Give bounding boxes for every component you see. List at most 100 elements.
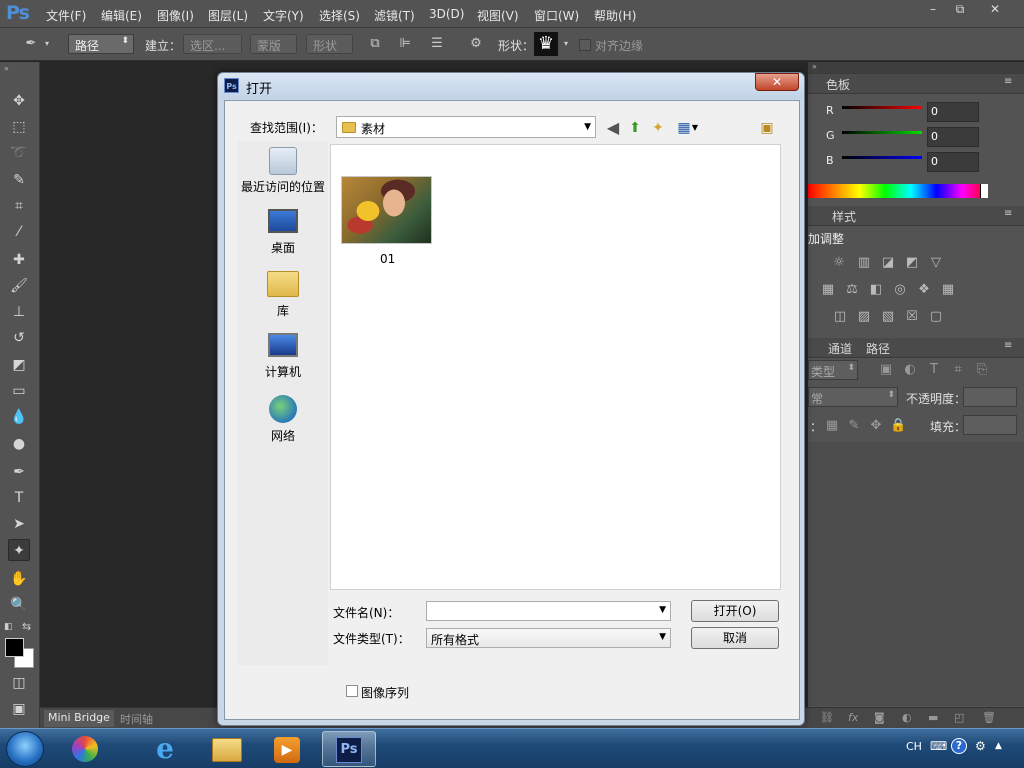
swap-colors-icon[interactable]: ⇆ [22, 620, 31, 633]
file-list[interactable]: 01 [330, 144, 781, 590]
path-alignment-icon[interactable]: ⊫ [396, 35, 414, 53]
place-desktop[interactable]: 桌面 [238, 209, 328, 256]
levels-icon[interactable]: ▥ [856, 255, 872, 271]
move-tool-icon[interactable]: ✥ [8, 90, 30, 112]
tab-channels[interactable]: 通道 [822, 340, 858, 357]
threshold-icon[interactable]: ▧ [880, 309, 896, 325]
history-brush-tool-icon[interactable]: ↺ [8, 327, 30, 349]
ime-settings-icon[interactable]: ⚙ [975, 739, 986, 753]
close-app-button[interactable]: ✕ [982, 0, 1008, 18]
exposure-icon[interactable]: ◩ [904, 255, 920, 271]
default-colors-icon[interactable]: ◧ [4, 622, 13, 632]
lock-pixels-icon[interactable]: ✎ [846, 418, 862, 434]
invert-icon[interactable]: ◫ [832, 309, 848, 325]
panel-menu-icon[interactable]: ≡ [1004, 208, 1012, 219]
layer-style-icon[interactable]: fx [848, 711, 858, 724]
healing-brush-tool-icon[interactable]: ✚ [8, 249, 30, 271]
path-operations-icon[interactable]: ⧉ [366, 35, 384, 53]
opacity-field[interactable] [963, 387, 1017, 407]
tab-styles[interactable]: 样式 [826, 208, 862, 225]
view-menu-chevron-icon[interactable]: ▼ [691, 119, 699, 137]
blur-tool-icon[interactable]: 💧 [8, 406, 30, 428]
filename-input[interactable]: ▼ [426, 601, 671, 621]
file-item[interactable]: 01 [341, 176, 432, 266]
curves-icon[interactable]: ◪ [880, 255, 896, 271]
look-in-combo[interactable]: 素材 ▼ [336, 116, 596, 138]
gear-icon[interactable]: ⚙ [467, 35, 485, 53]
vibrance-icon[interactable]: ▽ [928, 255, 944, 271]
crop-tool-icon[interactable]: ⌗ [8, 195, 30, 217]
menu-3d[interactable]: 3D(D) [429, 7, 464, 21]
new-adjustment-icon[interactable]: ◐ [902, 711, 912, 724]
fill-field[interactable] [963, 415, 1017, 435]
channel-mixer-icon[interactable]: ❖ [916, 282, 932, 298]
menu-filter[interactable]: 滤镜(T) [374, 7, 415, 24]
windows-start-orb[interactable] [6, 731, 44, 767]
taskbar-photoshop[interactable]: Ps [322, 731, 376, 767]
cancel-button[interactable]: 取消 [691, 627, 779, 649]
spectrum-white-swatch[interactable] [980, 184, 988, 198]
green-value-field[interactable]: 0 [927, 127, 979, 147]
image-sequence-checkbox[interactable] [346, 685, 358, 697]
eyedropper-tool-icon[interactable]: ⁄ [8, 221, 30, 243]
taskbar-file-explorer[interactable] [200, 731, 254, 767]
taskbar-media-player[interactable]: ▶ [260, 731, 314, 767]
place-network[interactable]: 网络 [238, 395, 328, 444]
dock-collapse-icon[interactable]: » [812, 62, 817, 71]
place-libraries[interactable]: 库 [238, 271, 328, 319]
selective-color-icon[interactable]: ▢ [928, 309, 944, 325]
lasso-tool-icon[interactable]: ➰ [8, 142, 30, 164]
menu-help[interactable]: 帮助(H) [594, 7, 636, 24]
path-arrangement-icon[interactable]: ☰ [428, 35, 446, 53]
lock-all-icon[interactable]: 🔒 [890, 418, 906, 434]
color-balance-icon[interactable]: ⚖ [844, 282, 860, 298]
brush-tool-icon[interactable]: 🖌 [8, 275, 30, 297]
delete-layer-icon[interactable]: 🗑 [982, 711, 996, 724]
filter-pixel-icon[interactable]: ▣ [878, 362, 894, 378]
blue-value-field[interactable]: 0 [927, 152, 979, 172]
blue-slider[interactable] [842, 156, 922, 159]
hue-saturation-icon[interactable]: ▦ [820, 282, 836, 298]
dialog-titlebar[interactable]: Ps 打开 ✕ [218, 73, 804, 99]
quick-mask-icon[interactable]: ◫ [8, 672, 30, 694]
filter-smart-object-icon[interactable]: ⎘ [974, 362, 990, 378]
taskbar-picasa[interactable] [58, 731, 112, 767]
mode-select[interactable]: 路径 ⬍ [68, 34, 134, 54]
place-computer[interactable]: 计算机 [238, 333, 328, 380]
tab-timeline[interactable]: 时间轴 [116, 710, 157, 727]
brightness-icon[interactable]: ☼ [831, 255, 847, 271]
menu-window[interactable]: 窗口(W) [534, 7, 579, 24]
tab-mini-bridge[interactable]: Mini Bridge [44, 710, 114, 727]
green-slider[interactable] [842, 131, 922, 134]
menu-edit[interactable]: 编辑(E) [101, 7, 142, 24]
show-hidden-icons-icon[interactable]: ▲ [995, 741, 1002, 751]
menu-select[interactable]: 选择(S) [319, 7, 360, 24]
lock-transparency-icon[interactable]: ▦ [824, 418, 840, 434]
marquee-tool-icon[interactable]: ⬚ [8, 116, 30, 138]
foreground-color-swatch[interactable] [5, 638, 24, 657]
freeform-pen-tool-icon[interactable]: ✒ [22, 35, 40, 53]
new-group-icon[interactable]: ▬ [928, 711, 938, 724]
black-white-icon[interactable]: ◧ [868, 282, 884, 298]
tool-preset-chevron-icon[interactable]: ▾ [42, 35, 52, 53]
menu-view[interactable]: 视图(V) [477, 7, 519, 24]
minimize-button[interactable]: – [920, 0, 946, 18]
lock-position-icon[interactable]: ✥ [868, 418, 884, 434]
help-icon[interactable]: ? [951, 738, 967, 754]
dodge-tool-icon[interactable]: ● [8, 433, 30, 455]
make-selection-button[interactable]: 选区... [183, 34, 242, 54]
filter-shape-icon[interactable]: ⌗ [950, 362, 966, 378]
filter-type-icon[interactable]: T [926, 362, 942, 378]
taskbar-internet-explorer[interactable]: e [138, 731, 192, 767]
quick-selection-tool-icon[interactable]: ✎ [8, 169, 30, 191]
hand-tool-icon[interactable]: ✋ [8, 568, 30, 590]
panel-menu-icon[interactable]: ≡ [1004, 76, 1012, 87]
open-button[interactable]: 打开(O) [691, 600, 779, 622]
dialog-close-button[interactable]: ✕ [755, 73, 799, 91]
add-mask-icon[interactable]: ◙ [874, 711, 885, 724]
red-slider[interactable] [842, 106, 922, 109]
panel-menu-icon[interactable]: ≡ [1004, 340, 1012, 351]
new-layer-icon[interactable]: ◰ [954, 711, 964, 724]
blend-mode-select[interactable]: 常 ⬍ [808, 387, 898, 407]
back-arrow-icon[interactable]: ◀ [604, 119, 622, 137]
